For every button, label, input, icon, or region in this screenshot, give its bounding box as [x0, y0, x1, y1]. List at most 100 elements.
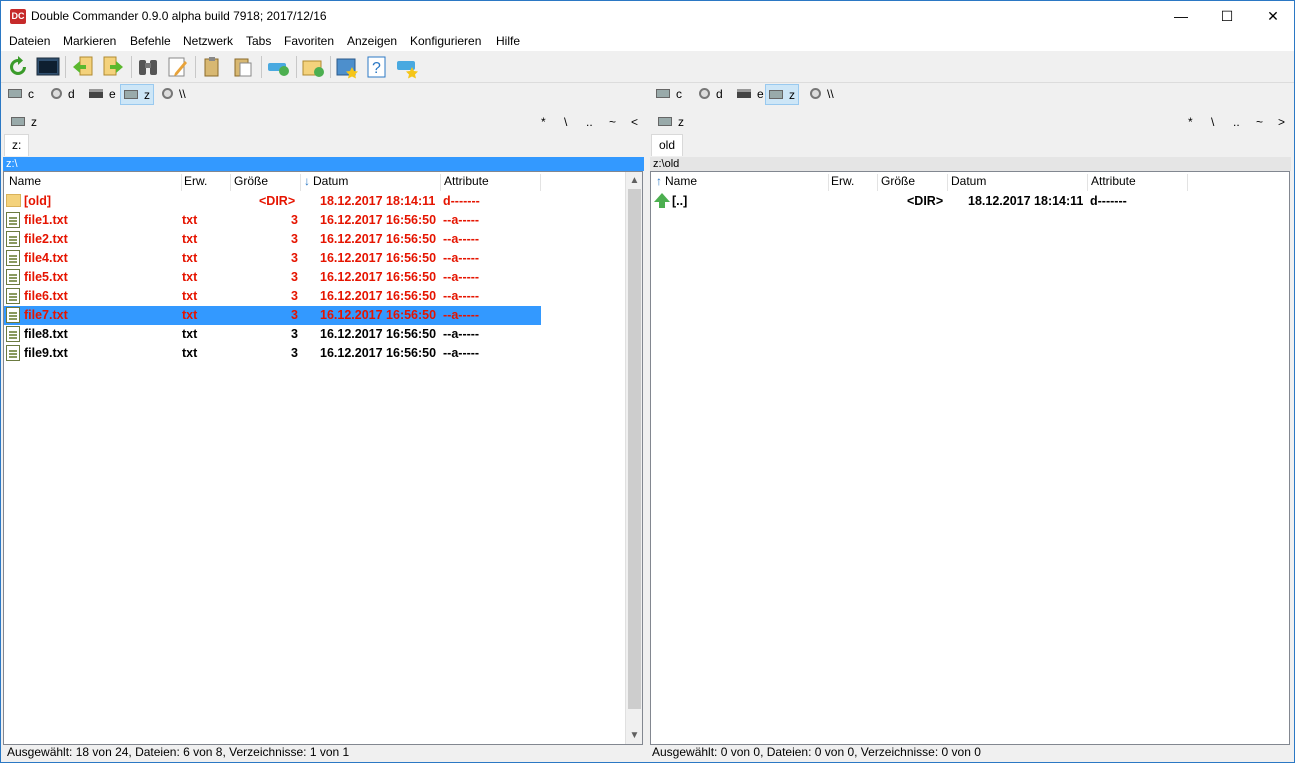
table-row[interactable]: file2.txt txt 3 16.12.2017 16:56:50 --a-… [4, 230, 541, 249]
column-ext[interactable]: Erw. [828, 174, 878, 191]
left-drive-e[interactable]: e [86, 84, 119, 105]
minimize-button[interactable]: — [1158, 1, 1204, 31]
copy-icon[interactable] [201, 55, 225, 79]
column-attr[interactable]: Attribute [1088, 174, 1188, 191]
table-row[interactable]: file6.txt txt 3 16.12.2017 16:56:50 --a-… [4, 287, 541, 306]
text-file-icon [6, 288, 20, 304]
maximize-button[interactable]: ☐ [1204, 1, 1250, 31]
left-drive-bar: c d e z \\ [5, 84, 645, 106]
favorite-drive-icon[interactable] [395, 55, 419, 79]
left-scrollbar[interactable]: ▲ ▼ [625, 172, 642, 744]
menu-konfigurieren[interactable]: Konfigurieren [410, 34, 481, 48]
network-drive-icon [8, 89, 22, 99]
menu-anzeigen[interactable]: Anzeigen [347, 34, 397, 48]
column-attr[interactable]: Attribute [441, 174, 541, 191]
file-name: [old] [24, 194, 52, 208]
file-ext: txt [182, 213, 198, 227]
menu-markieren[interactable]: Markieren [63, 34, 116, 48]
file-name: file8.txt [24, 327, 68, 341]
close-button[interactable]: ✕ [1250, 1, 1295, 31]
table-row[interactable]: file5.txt txt 3 16.12.2017 16:56:50 --a-… [4, 268, 541, 287]
table-row-cursor[interactable]: file7.txt txt 3 16.12.2017 16:56:50 --a-… [4, 306, 541, 325]
edit-icon[interactable] [166, 55, 190, 79]
title-bar[interactable]: DC Double Commander 0.9.0 alpha build 79… [1, 1, 1294, 31]
column-date[interactable]: ↓ Datum [301, 174, 441, 191]
file-date: 16.12.2017 16:56:50 [320, 308, 437, 322]
menu-dateien[interactable]: Dateien [9, 34, 50, 48]
right-nav-copy-path[interactable]: > [1278, 115, 1285, 129]
file-date: 16.12.2017 16:56:50 [320, 327, 437, 341]
network-drive-icon [769, 90, 783, 100]
table-row[interactable]: file4.txt txt 3 16.12.2017 16:56:50 --a-… [4, 249, 541, 268]
file-date: 18.12.2017 18:14:11 [320, 194, 436, 208]
scroll-thumb[interactable] [628, 189, 641, 709]
right-status-bar: Ausgewählt: 0 von 0, Dateien: 0 von 0, V… [652, 745, 981, 759]
drive-label: d [68, 87, 75, 101]
right-drive-network[interactable]: \\ [807, 84, 837, 105]
table-row[interactable]: file9.txt txt 3 16.12.2017 16:56:50 --a-… [4, 344, 541, 363]
menu-netzwerk[interactable]: Netzwerk [183, 34, 233, 48]
left-drive-z[interactable]: z [120, 84, 154, 105]
left-nav-home[interactable]: ~ [609, 115, 616, 129]
column-ext[interactable]: Erw. [181, 174, 231, 191]
right-current-path[interactable]: z:\old [650, 157, 1291, 171]
left-current-drive[interactable]: z [11, 115, 37, 129]
scroll-up-icon[interactable]: ▲ [626, 172, 642, 189]
right-nav-root[interactable]: \ [1211, 115, 1214, 129]
left-drive-d[interactable]: d [48, 84, 78, 105]
favorite-window-icon[interactable] [335, 55, 359, 79]
right-tabs: old [650, 133, 1291, 156]
column-size[interactable]: Größe [878, 174, 948, 191]
left-tab-z[interactable]: z: [4, 134, 30, 156]
menu-favoriten[interactable]: Favoriten [284, 34, 334, 48]
right-nav-up[interactable]: .. [1233, 115, 1240, 129]
right-tab-old[interactable]: old [651, 134, 684, 156]
menu-befehle[interactable]: Befehle [130, 34, 171, 48]
left-nav-root[interactable]: \ [564, 115, 567, 129]
toolbar-separator [195, 56, 196, 78]
right-drive-d[interactable]: d [696, 84, 726, 105]
column-size[interactable]: Größe [231, 174, 301, 191]
sort-down-icon: ↓ [304, 174, 310, 188]
help-icon[interactable]: ? [365, 55, 389, 79]
right-drive-z[interactable]: z [765, 84, 799, 105]
hard-drive-icon [89, 89, 103, 99]
left-drive-network[interactable]: \\ [159, 84, 189, 105]
menu-tabs[interactable]: Tabs [246, 34, 271, 48]
file-ext: txt [182, 232, 198, 246]
svg-text:?: ? [372, 60, 381, 77]
column-date[interactable]: Datum [948, 174, 1088, 191]
copy-right-icon[interactable] [101, 55, 125, 79]
add-drive-icon[interactable] [266, 55, 290, 79]
left-nav-root-all[interactable]: * [541, 115, 546, 129]
right-file-list[interactable]: ↑ Name Erw. Größe Datum Attribute [..] <D… [650, 171, 1290, 745]
left-nav-copy-path[interactable]: < [631, 115, 638, 129]
right-nav-root-all[interactable]: * [1188, 115, 1193, 129]
terminal-icon[interactable] [36, 55, 60, 79]
left-file-list[interactable]: Name Erw. Größe ↓ Datum Attribute [old] <… [3, 171, 643, 745]
left-drive-c[interactable]: c [5, 84, 37, 105]
refresh-icon[interactable] [6, 55, 30, 79]
drive-label: c [676, 87, 682, 101]
file-attr: --a----- [443, 213, 480, 227]
right-drive-c[interactable]: c [653, 84, 685, 105]
column-name[interactable]: ↑ Name [653, 174, 829, 191]
left-current-path[interactable]: z:\ [3, 157, 644, 171]
file-ext: txt [182, 308, 198, 322]
table-row[interactable]: [..] <DIR> 18.12.2017 18:14:11 d------- [651, 192, 1188, 211]
drive-label: \\ [827, 87, 834, 101]
menu-hilfe[interactable]: Hilfe [496, 34, 520, 48]
new-folder-icon[interactable] [301, 55, 325, 79]
copy-left-icon[interactable] [71, 55, 95, 79]
paste-icon[interactable] [231, 55, 255, 79]
right-current-drive[interactable]: z [658, 115, 684, 129]
column-name[interactable]: Name [6, 174, 182, 191]
binoculars-icon[interactable] [136, 55, 160, 79]
table-row[interactable]: [old] <DIR> 18.12.2017 18:14:11 d------- [4, 192, 541, 211]
left-nav-up[interactable]: .. [586, 115, 593, 129]
right-drive-e[interactable]: e [734, 84, 767, 105]
table-row[interactable]: file8.txt txt 3 16.12.2017 16:56:50 --a-… [4, 325, 541, 344]
scroll-down-icon[interactable]: ▼ [626, 727, 642, 744]
right-nav-home[interactable]: ~ [1256, 115, 1263, 129]
table-row[interactable]: file1.txt txt 3 16.12.2017 16:56:50 --a-… [4, 211, 541, 230]
